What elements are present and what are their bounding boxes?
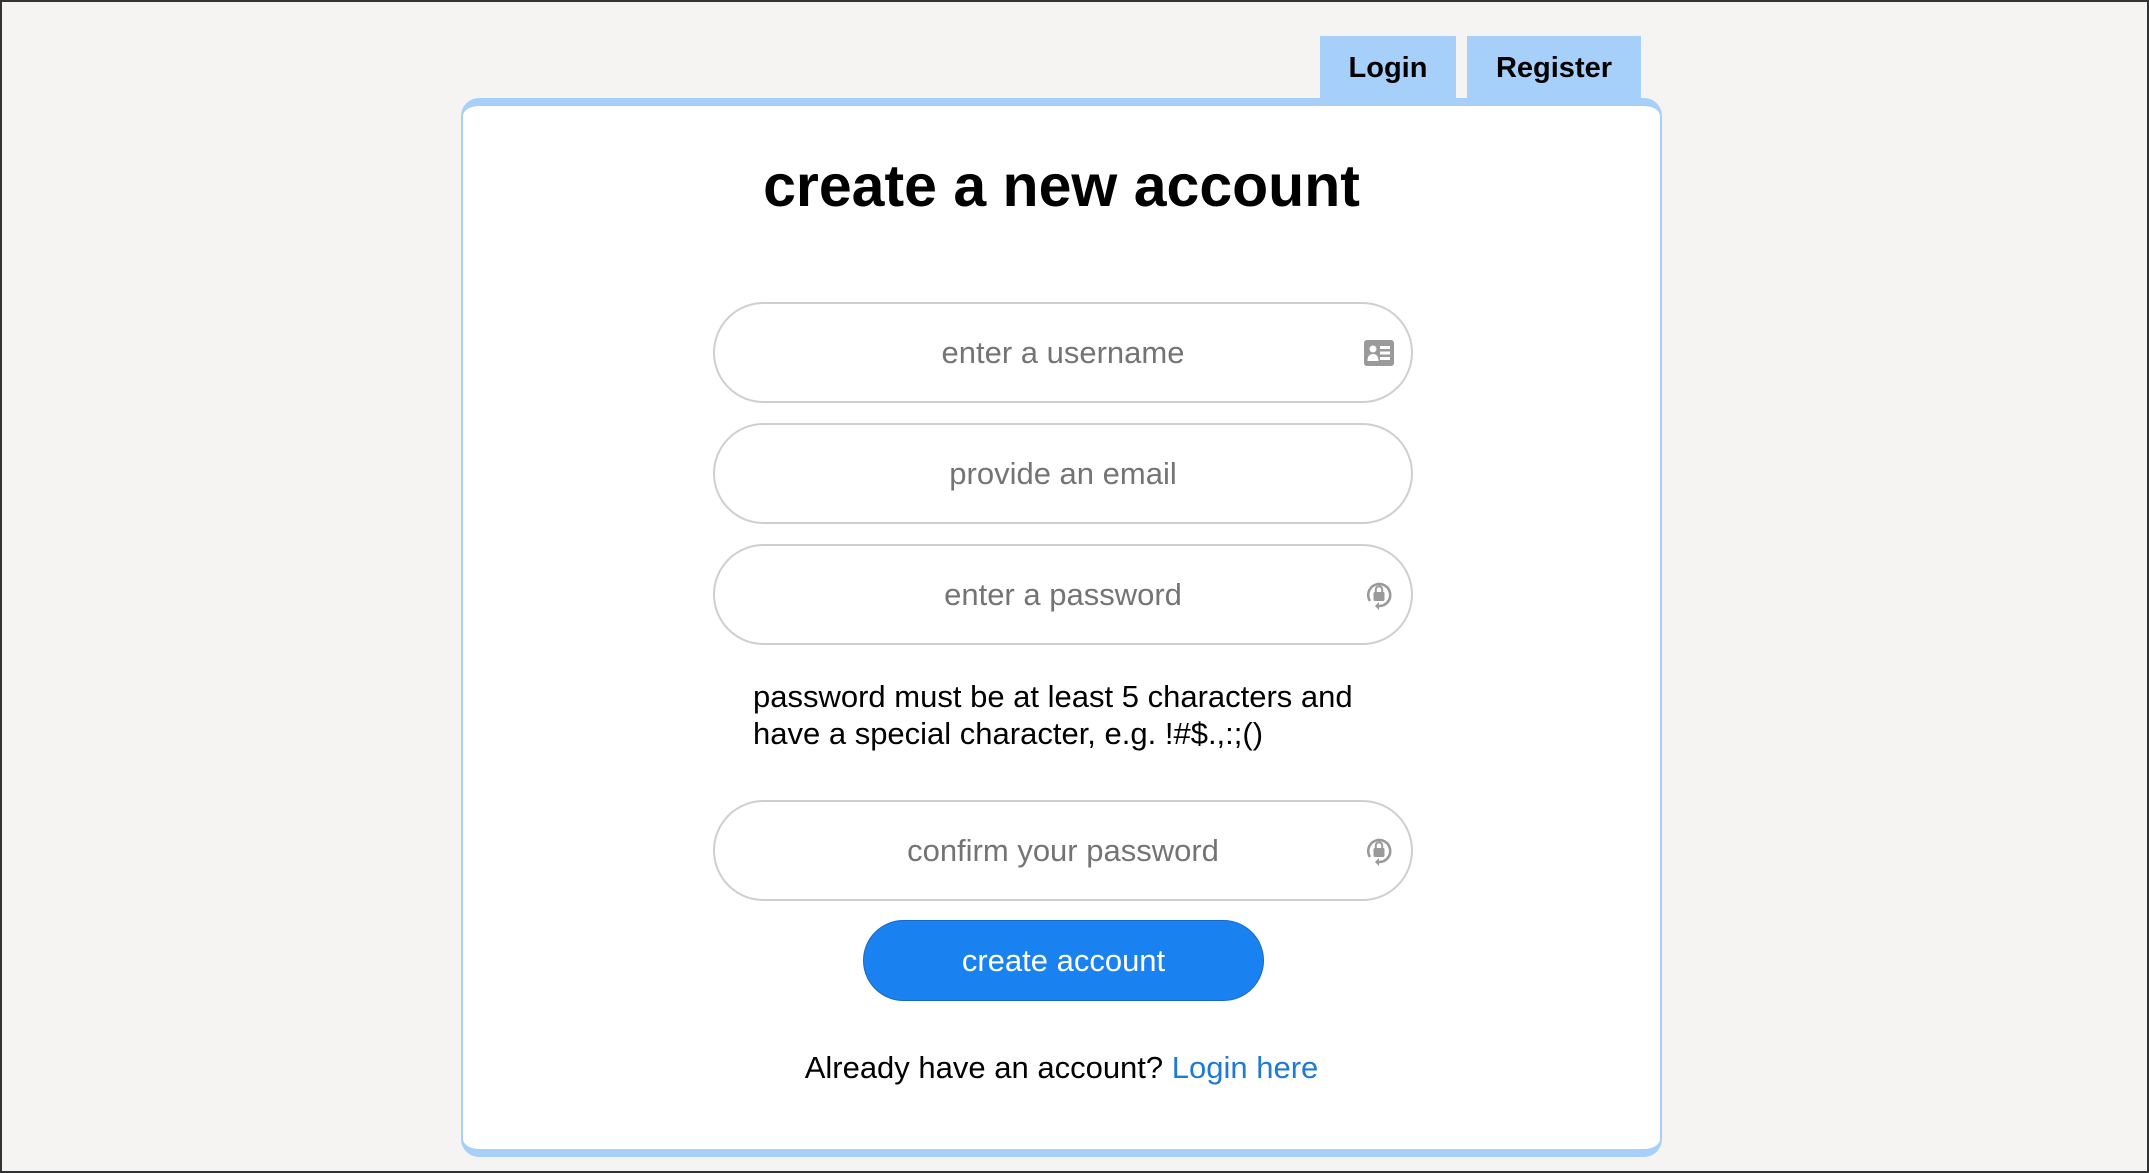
username-field-wrapper	[713, 302, 1413, 403]
register-card: create a new account pa	[461, 98, 1662, 1157]
password-input[interactable]	[715, 546, 1411, 643]
tab-login[interactable]: Login	[1320, 36, 1456, 100]
password-hint: password must be at least 5 characters a…	[753, 679, 1353, 751]
username-input[interactable]	[715, 304, 1411, 401]
lock-reset-icon	[1361, 833, 1397, 869]
confirm-password-field-wrapper	[713, 800, 1413, 901]
email-field-wrapper	[713, 423, 1413, 524]
password-field-wrapper	[713, 544, 1413, 645]
email-input[interactable]	[715, 425, 1411, 522]
create-account-button[interactable]: create account	[863, 920, 1264, 1001]
confirm-password-input[interactable]	[715, 802, 1411, 899]
page-title: create a new account	[763, 153, 1360, 219]
login-here-link[interactable]: Login here	[1172, 1050, 1319, 1085]
lock-reset-icon	[1361, 577, 1397, 613]
login-prompt: Already have an account? Login here	[463, 1050, 1660, 1086]
login-prompt-text: Already have an account?	[804, 1050, 1164, 1085]
id-card-icon	[1361, 335, 1397, 371]
tab-register[interactable]: Register	[1467, 36, 1641, 100]
